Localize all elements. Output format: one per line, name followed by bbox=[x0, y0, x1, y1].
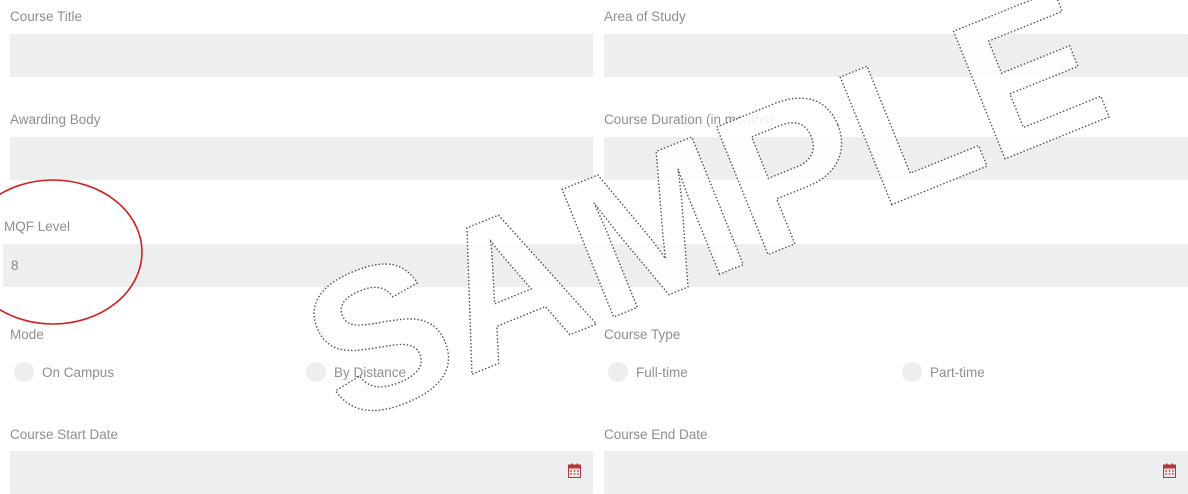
radio-label: Part-time bbox=[930, 364, 985, 380]
radio-label: On Campus bbox=[42, 364, 115, 380]
course-start-date-input[interactable] bbox=[10, 451, 593, 494]
area-of-study-input[interactable] bbox=[604, 34, 1188, 77]
course-start-date-label: Course Start Date bbox=[10, 427, 119, 442]
mode-label: Mode bbox=[10, 327, 44, 342]
radio-button[interactable] bbox=[608, 362, 628, 382]
radio-button[interactable] bbox=[902, 362, 922, 382]
course-end-date-input[interactable] bbox=[604, 451, 1188, 494]
calendar-icon[interactable] bbox=[1163, 463, 1176, 478]
awarding-body-input[interactable] bbox=[10, 137, 593, 180]
radio-label: Full-time bbox=[636, 364, 688, 380]
course-end-date-label: Course End Date bbox=[604, 427, 708, 442]
radio-label: By Distance bbox=[334, 364, 407, 380]
calendar-icon[interactable] bbox=[568, 463, 581, 478]
radio-button[interactable] bbox=[306, 362, 326, 382]
course-type-label: Course Type bbox=[604, 327, 681, 342]
course-title-input[interactable] bbox=[10, 34, 593, 77]
area-of-study-label: Area of Study bbox=[604, 9, 686, 24]
course-type-option-full-time[interactable]: Full-time bbox=[608, 362, 688, 382]
radio-button[interactable] bbox=[14, 362, 34, 382]
mqf-level-input[interactable]: 8 bbox=[3, 244, 1188, 287]
mode-option-by-distance[interactable]: By Distance bbox=[306, 362, 406, 382]
course-duration-label: Course Duration (in months) bbox=[604, 112, 774, 127]
course-title-label: Course Title bbox=[10, 9, 83, 24]
mode-option-on-campus[interactable]: On Campus bbox=[14, 362, 114, 382]
course-duration-input[interactable] bbox=[604, 137, 1188, 180]
awarding-body-label: Awarding Body bbox=[10, 112, 101, 127]
course-type-option-part-time[interactable]: Part-time bbox=[902, 362, 985, 382]
mqf-level-label: MQF Level bbox=[4, 219, 71, 234]
